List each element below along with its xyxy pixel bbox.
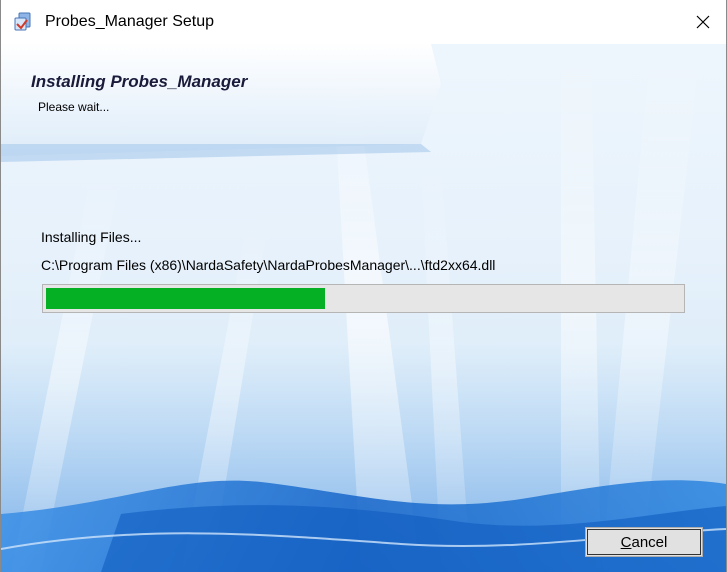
- close-icon: [695, 14, 711, 30]
- setup-window: Probes_Manager Setup Installing Probes_M…: [0, 0, 727, 572]
- install-progress-bar: [42, 284, 685, 313]
- cancel-button[interactable]: Cancel: [585, 527, 703, 557]
- current-file-path: C:\Program Files (x86)\NardaSafety\Narda…: [41, 257, 496, 273]
- window-title: Probes_Manager Setup: [45, 13, 214, 30]
- cancel-label: ancel: [631, 533, 668, 551]
- installer-icon: [13, 12, 33, 32]
- page-title: Installing Probes_Manager: [31, 72, 248, 91]
- title-bar[interactable]: Probes_Manager Setup: [1, 0, 726, 44]
- install-progress-fill: [46, 288, 325, 309]
- header-banner: Installing Probes_Manager Please wait...: [1, 44, 726, 154]
- close-button[interactable]: [680, 0, 726, 44]
- page-subtitle: Please wait...: [38, 100, 110, 114]
- cancel-mnemonic: C: [620, 533, 632, 551]
- wizard-content: Installing Probes_Manager Please wait...…: [1, 44, 726, 572]
- install-status-label: Installing Files...: [41, 229, 142, 245]
